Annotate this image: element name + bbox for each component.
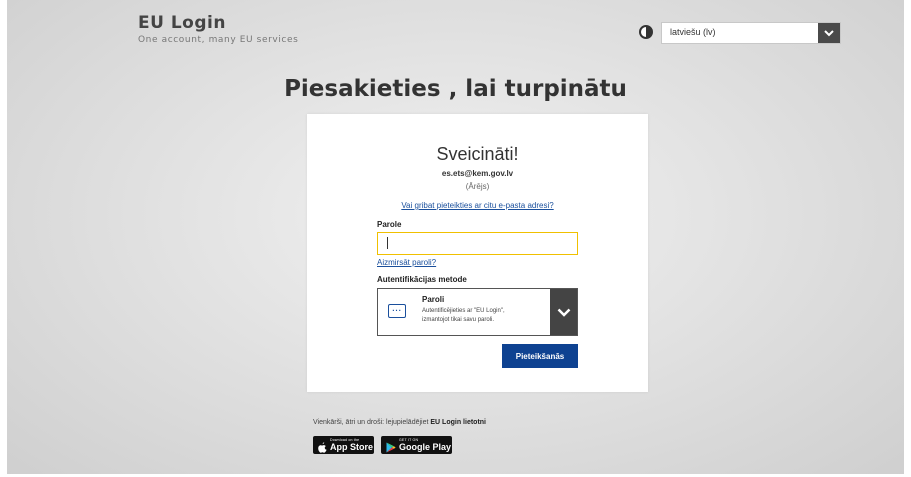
login-card: Sveicināti! es.ets@kem.gov.lv (Ārējs) Va…: [307, 114, 648, 392]
brand: EU Login One account, many EU services: [138, 14, 298, 45]
user-email: es.ets@kem.gov.lv: [441, 169, 514, 178]
app-promo-prefix: Vienkārši, ātri un droši: lejupielādējie…: [313, 419, 429, 426]
user-type: (Ārējs): [465, 182, 490, 191]
contrast-icon[interactable]: [639, 25, 653, 39]
app-promo-text: Vienkārši, ātri un droši: lejupielādējie…: [313, 419, 486, 426]
password-dots-icon: ···: [388, 304, 406, 318]
apple-icon: [318, 440, 327, 453]
page-title: Piesakieties , lai turpinātu: [284, 76, 627, 102]
brand-tagline: One account, many EU services: [138, 35, 299, 45]
google-play-big-text: Google Play: [399, 442, 452, 452]
chevron-down-icon[interactable]: [550, 289, 577, 335]
auth-method-label: Autentifikācijas metode: [377, 275, 467, 284]
auth-method-select[interactable]: ··· Paroli Autentificējieties ar "EU Log…: [377, 288, 578, 336]
language-select[interactable]: latviešu (lv): [661, 22, 841, 44]
text-caret: [387, 237, 388, 249]
google-play-badge[interactable]: GET IT ON Google Play: [381, 436, 452, 454]
password-input[interactable]: [377, 232, 578, 255]
brand-title: EU Login: [138, 13, 226, 33]
app-promo-bold: EU Login lietotni: [430, 419, 486, 426]
app-store-big-text: App Store: [330, 442, 374, 452]
google-play-icon: [386, 440, 396, 452]
auth-method-description: Autentificējieties ar "EU Login", izmant…: [422, 308, 505, 323]
greeting: Sveicināti!: [436, 144, 519, 164]
language-selected-value: latviešu (lv): [670, 27, 716, 37]
other-email-link[interactable]: Vai gribat pieteikties ar citu e-pasta a…: [307, 201, 648, 210]
chevron-down-icon[interactable]: [818, 23, 840, 43]
signin-button[interactable]: Pieteikšanās: [502, 344, 578, 368]
app-store-badge[interactable]: Download on the App Store: [313, 436, 374, 454]
auth-method-name: Paroli: [422, 295, 445, 304]
forgot-password-link[interactable]: Aizmirsāt paroli?: [377, 258, 436, 267]
page-background: EU Login One account, many EU services l…: [7, 0, 904, 477]
password-label: Parole: [377, 220, 402, 229]
